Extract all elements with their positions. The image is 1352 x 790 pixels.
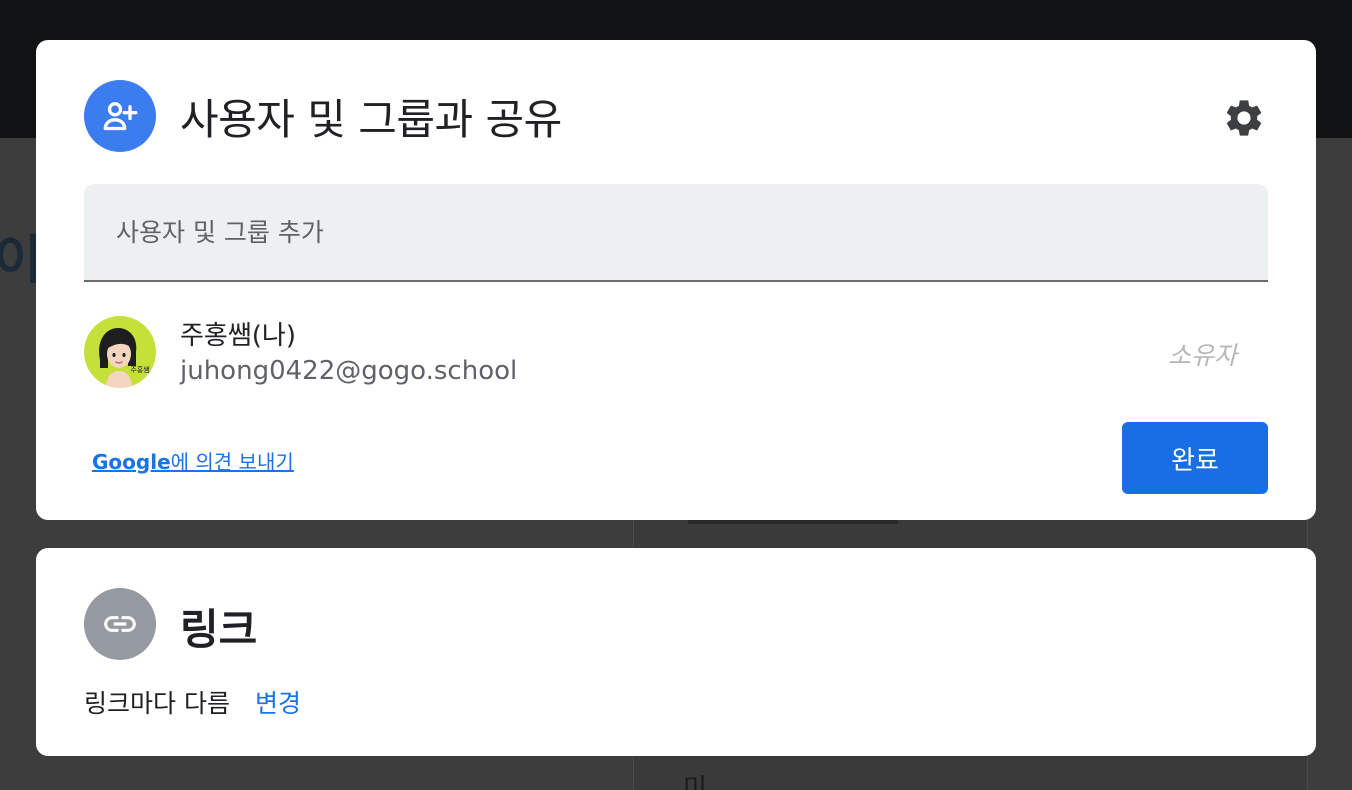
avatar: 주홍쌤 bbox=[84, 316, 156, 388]
person-add-icon bbox=[84, 80, 156, 152]
done-button[interactable]: 완료 bbox=[1122, 422, 1268, 494]
add-people-input[interactable] bbox=[84, 184, 1268, 282]
gear-icon bbox=[1226, 100, 1262, 136]
link-status: 링크마다 다름 bbox=[84, 689, 230, 718]
background-text-strip bbox=[688, 520, 898, 524]
member-email: juhong0422@gogo.school bbox=[180, 356, 518, 386]
change-link-button[interactable]: 변경 bbox=[255, 684, 301, 720]
link-icon bbox=[84, 588, 156, 660]
link-dialog: 링크 링크마다 다름 변경 bbox=[36, 548, 1316, 756]
feedback-link[interactable]: Google에 의견 보내기 bbox=[92, 446, 294, 475]
member-name: 주홍쌤(나) bbox=[180, 321, 296, 351]
settings-button[interactable] bbox=[1218, 92, 1270, 144]
feedback-link-brand: Google bbox=[92, 450, 171, 474]
link-title: 링크 bbox=[180, 605, 258, 654]
dialog-title: 사용자 및 그룹과 공유 bbox=[180, 95, 562, 144]
share-dialog: 사용자 및 그룹과 공유 주홍쌤 주홍쌤(나) juhong0422@gogo.… bbox=[36, 40, 1316, 520]
background-text: 미 bbox=[683, 774, 707, 790]
avatar-caption: 주홍쌤 bbox=[130, 365, 149, 374]
member-role: 소유자 bbox=[1168, 341, 1238, 370]
feedback-link-text: 에 의견 보내기 bbox=[170, 450, 294, 474]
